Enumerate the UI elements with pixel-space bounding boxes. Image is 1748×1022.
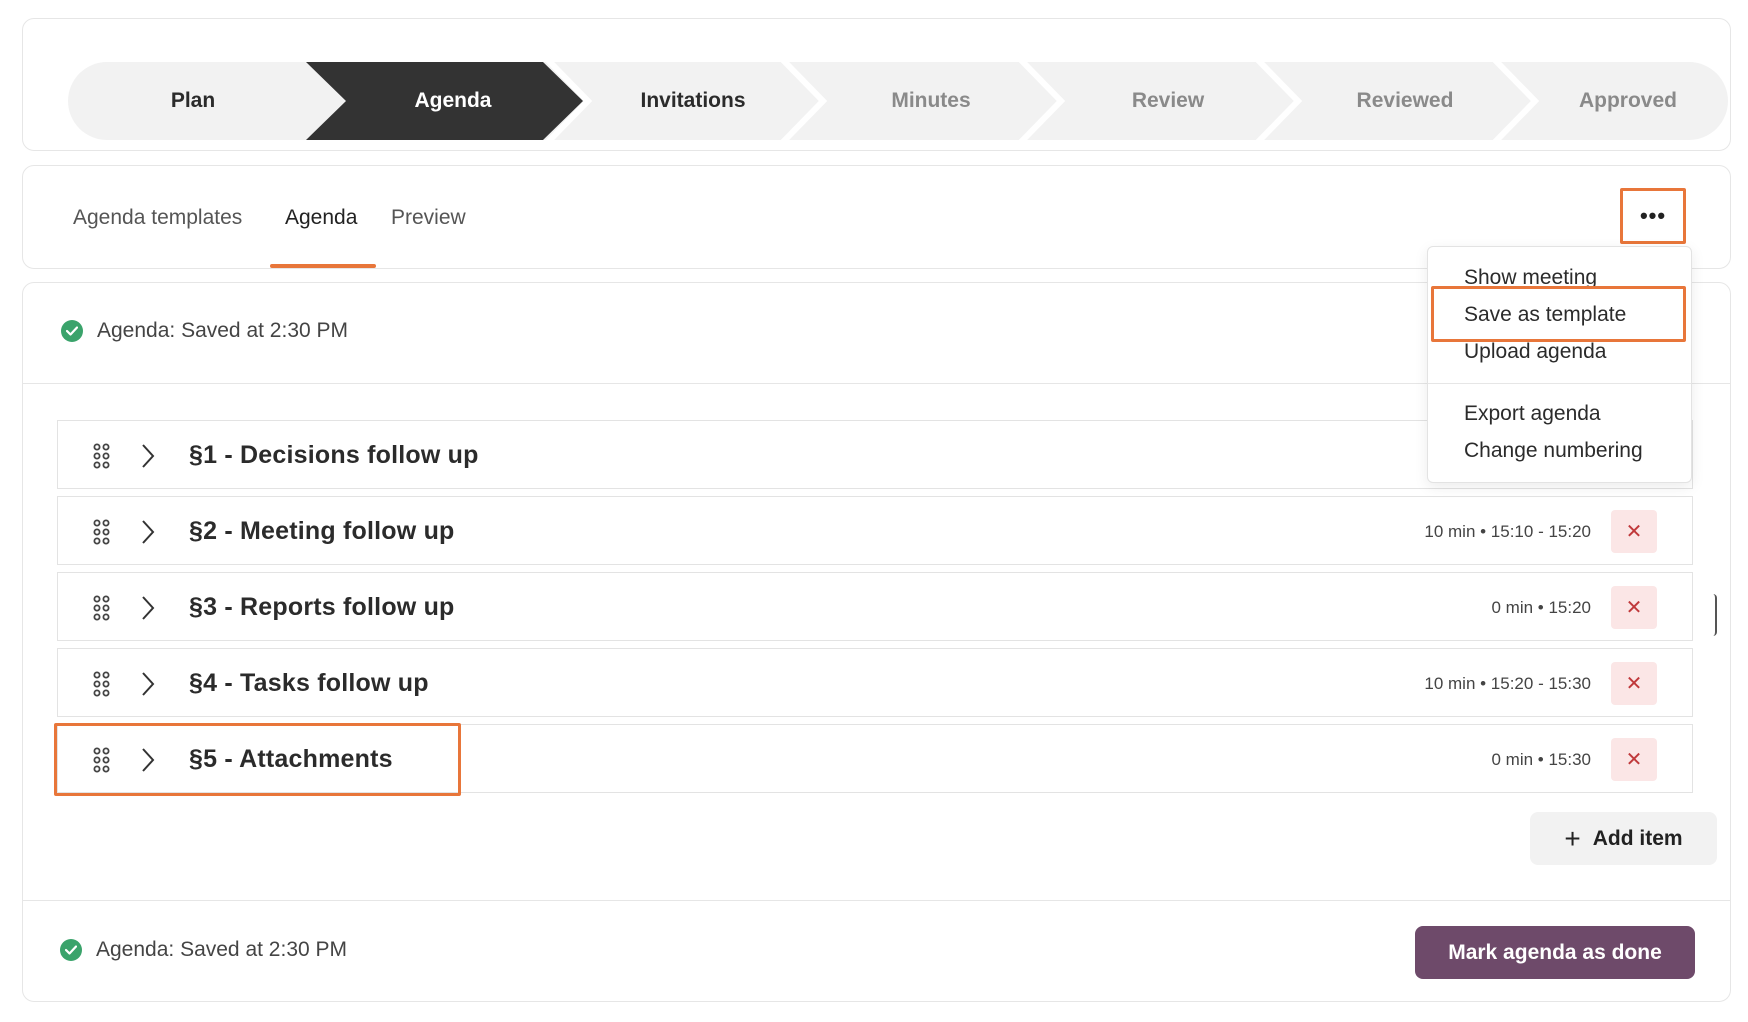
active-tab-underline [270, 264, 376, 268]
chevron-right-icon[interactable] [140, 519, 156, 545]
agenda-item-3[interactable]: §3 - Reports follow up 0 min • 15:20 ✕ [57, 572, 1693, 641]
menu-item-change-numbering[interactable]: Change numbering [1464, 439, 1643, 463]
step-invitations[interactable]: Invitations [568, 62, 818, 140]
menu-item-export-agenda[interactable]: Export agenda [1464, 402, 1601, 426]
more-options-button[interactable]: ••• [1620, 188, 1686, 244]
saved-status-top: Agenda: Saved at 2:30 PM [61, 319, 348, 343]
drag-handle-icon[interactable] [92, 443, 112, 469]
check-circle-icon [60, 939, 82, 961]
drag-handle-icon[interactable] [92, 747, 112, 773]
agenda-item-title[interactable]: §2 - Meeting follow up [189, 517, 455, 546]
agenda-item-title[interactable]: §4 - Tasks follow up [189, 669, 429, 698]
agenda-item-meta: 10 min • 15:10 - 15:20 [1424, 522, 1591, 541]
menu-item-save-as-template[interactable]: Save as template [1464, 303, 1626, 327]
saved-status-text: Agenda: Saved at 2:30 PM [97, 319, 349, 342]
step-plan[interactable]: Plan [68, 62, 318, 140]
agenda-item-2[interactable]: §2 - Meeting follow up 10 min • 15:10 - … [57, 496, 1693, 565]
delete-item-button[interactable]: ✕ [1611, 586, 1657, 629]
divider [23, 900, 1730, 901]
menu-divider [1428, 383, 1691, 384]
agenda-item-meta: 0 min • 15:30 [1491, 750, 1591, 769]
close-icon: ✕ [1625, 749, 1643, 771]
agenda-item-title[interactable]: §1 - Decisions follow up [189, 441, 479, 470]
agenda-item-5[interactable]: §5 - Attachments 0 min • 15:30 ✕ [57, 724, 1693, 793]
agenda-item-4[interactable]: §4 - Tasks follow up 10 min • 15:20 - 15… [57, 648, 1693, 717]
delete-item-button[interactable]: ✕ [1611, 662, 1657, 705]
saved-status-bottom: Agenda: Saved at 2:30 PM [60, 938, 347, 962]
agenda-item-meta: 10 min • 15:20 - 15:30 [1424, 674, 1591, 693]
plus-icon: + [1564, 822, 1581, 854]
tab-agenda[interactable]: Agenda [285, 206, 357, 230]
chevron-right-icon[interactable] [140, 595, 156, 621]
check-circle-icon [61, 320, 83, 342]
step-review[interactable]: Review [1043, 62, 1293, 140]
stepper-card: Plan Agenda Invitations Minutes Review R… [22, 18, 1731, 151]
step-reviewed[interactable]: Reviewed [1280, 62, 1530, 140]
step-agenda[interactable]: Agenda [328, 62, 578, 140]
step-approved[interactable]: Approved [1518, 62, 1728, 140]
drag-handle-icon[interactable] [92, 519, 112, 545]
progress-stepper: Plan Agenda Invitations Minutes Review R… [68, 62, 1728, 140]
more-icon: ••• [1639, 203, 1667, 228]
step-minutes[interactable]: Minutes [806, 62, 1056, 140]
chevron-right-icon[interactable] [140, 671, 156, 697]
drag-handle-icon[interactable] [92, 595, 112, 621]
tab-agenda-templates[interactable]: Agenda templates [73, 206, 242, 230]
chevron-right-icon[interactable] [140, 747, 156, 773]
partially-hidden-button-edge [1713, 594, 1717, 636]
mark-agenda-done-button[interactable]: Mark agenda as done [1415, 926, 1695, 979]
chevron-right-icon[interactable] [140, 443, 156, 469]
saved-status-text: Agenda: Saved at 2:30 PM [96, 938, 348, 961]
menu-item-upload-agenda[interactable]: Upload agenda [1464, 340, 1606, 364]
agenda-item-title[interactable]: §3 - Reports follow up [189, 593, 455, 622]
drag-handle-icon[interactable] [92, 671, 112, 697]
delete-item-button[interactable]: ✕ [1611, 738, 1657, 781]
tab-preview[interactable]: Preview [391, 206, 466, 230]
close-icon: ✕ [1625, 597, 1643, 619]
agenda-item-title[interactable]: §5 - Attachments [189, 745, 393, 774]
delete-item-button[interactable]: ✕ [1611, 510, 1657, 553]
more-options-menu: Show meeting Save as template Upload age… [1427, 246, 1692, 483]
agenda-item-meta: 0 min • 15:20 [1491, 598, 1591, 617]
add-item-button[interactable]: + Add item [1530, 812, 1717, 865]
close-icon: ✕ [1625, 673, 1643, 695]
menu-item-show-meeting[interactable]: Show meeting [1464, 266, 1597, 290]
close-icon: ✕ [1625, 521, 1643, 543]
add-item-label: Add item [1592, 826, 1683, 850]
